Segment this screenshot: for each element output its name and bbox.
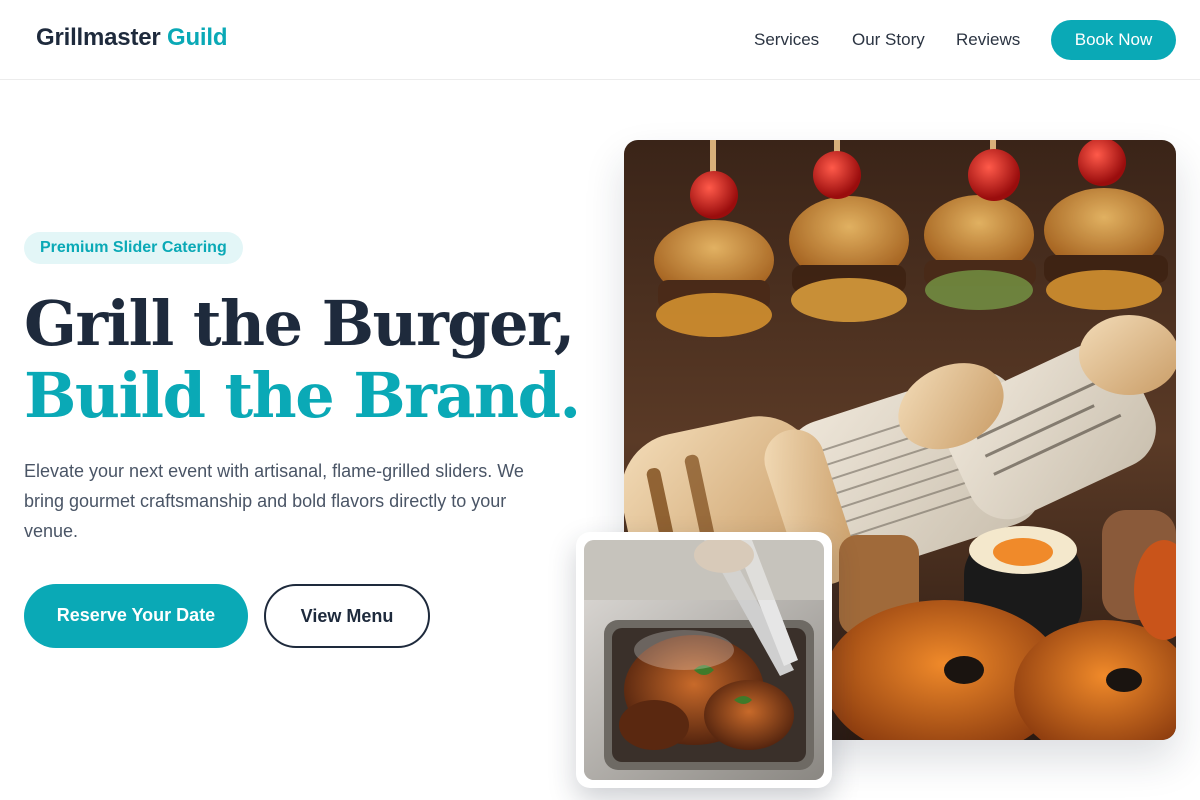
headline-line-2: Build the Brand.	[24, 359, 581, 432]
brand-name: Grillmaster	[36, 24, 161, 51]
hero-headline: Grill the Burger, Build the Brand.	[24, 287, 581, 432]
view-menu-button[interactable]: View Menu	[264, 584, 430, 648]
top-navigation: Grillmaster Guild Services Our Story Rev…	[0, 0, 1200, 80]
inset-photo-frame	[576, 532, 832, 788]
hero-description: Elevate your next event with artisanal, …	[24, 461, 524, 541]
grilled-meat-photo	[584, 540, 824, 780]
hero-badge: Premium Slider Catering	[24, 232, 243, 264]
grilled-meat-illustration	[584, 540, 824, 780]
nav-link-services[interactable]: Services	[754, 30, 819, 50]
brand-name-accent: Guild	[167, 24, 228, 51]
nav-link-our-story[interactable]: Our Story	[852, 30, 925, 50]
brand-logo[interactable]: Grillmaster Guild	[36, 24, 228, 52]
reserve-date-button[interactable]: Reserve Your Date	[24, 584, 248, 648]
book-now-button[interactable]: Book Now	[1051, 20, 1176, 60]
headline-line-1: Grill the Burger,	[24, 287, 575, 360]
nav-link-reviews[interactable]: Reviews	[956, 30, 1020, 50]
